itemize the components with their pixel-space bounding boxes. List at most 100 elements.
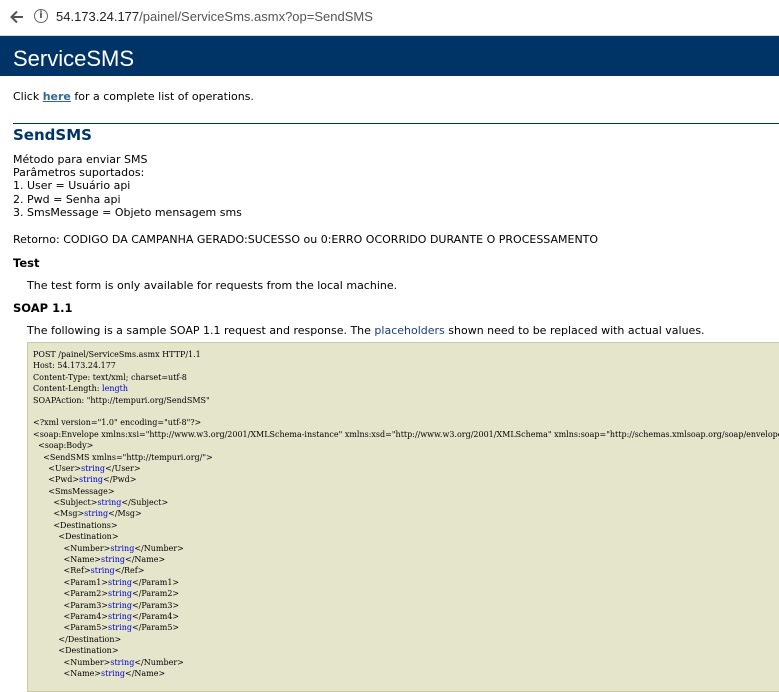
- code-placeholder: length: [102, 384, 128, 394]
- code-text: </Param3>: [131, 600, 180, 610]
- code-line: <SendSMS xmlns="http://tempuri.org/">: [33, 452, 779, 463]
- code-line: <Param1>string</Param1>: [33, 577, 779, 588]
- test-text: The test form is only available for requ…: [27, 279, 398, 292]
- code-line: <Name>string</Name>: [33, 668, 779, 679]
- page-title: ServiceSMS: [13, 46, 135, 71]
- code-line: <Name>string</Name>: [33, 554, 779, 565]
- code-text: <Destination>: [33, 532, 119, 542]
- return-description: Retorno: CODIGO DA CAMPANHA GERADO:SUCES…: [13, 233, 599, 246]
- operation-title: SendSMS: [13, 126, 92, 144]
- code-line: <Param5>string</Param5>: [33, 622, 779, 633]
- code-line: <Ref>string</Ref>: [33, 565, 779, 576]
- code-line: POST /painel/ServiceSms.asmx HTTP/1.1: [33, 349, 779, 360]
- code-text: <Param3>: [33, 600, 108, 610]
- code-line: <SmsMessage>: [33, 486, 779, 497]
- code-text: <Number>: [33, 657, 111, 667]
- code-placeholder: string: [81, 463, 106, 473]
- operations-list-link[interactable]: here: [43, 90, 71, 103]
- code-placeholder: string: [107, 611, 132, 621]
- code-text: <Param5>: [33, 623, 108, 633]
- code-text: <?xml version="1.0" encoding="utf-8"?>: [33, 418, 202, 428]
- code-line: <Param2>string</Param2>: [33, 588, 779, 599]
- code-text: </Param5>: [131, 623, 180, 633]
- code-text: <Param2>: [33, 589, 108, 599]
- code-text: <Number>: [33, 543, 111, 553]
- code-placeholder: string: [107, 589, 132, 599]
- soap-intro-text: The following is a sample SOAP 1.1 reque…: [27, 324, 705, 337]
- code-line: <Number>string</Number>: [33, 657, 779, 668]
- code-text: </User>: [105, 463, 141, 473]
- soap-intro-prefix: The following is a sample SOAP 1.1 reque…: [27, 324, 375, 337]
- code-line: <Number>string</Number>: [33, 543, 779, 554]
- description-line: 1. User = Usuário api: [13, 179, 131, 192]
- code-line: <soap:Body>: [33, 440, 779, 451]
- code-text: <Pwd>: [33, 475, 80, 485]
- url-host: 54.173.24.177: [56, 9, 140, 24]
- code-text: </Param1>: [131, 577, 180, 587]
- code-placeholder: string: [107, 600, 132, 610]
- code-text: <Param4>: [33, 611, 108, 621]
- code-text: <Destination>: [33, 646, 119, 656]
- code-text: </Subject>: [121, 498, 169, 508]
- soap-heading: SOAP 1.1: [13, 301, 73, 315]
- code-text: <Msg>: [33, 509, 85, 519]
- code-text: <Destinations>: [33, 520, 118, 530]
- description-line: 3. SmsMessage = Objeto mensagem sms: [13, 206, 242, 219]
- code-line: Content-Length: length: [33, 383, 779, 394]
- code-text: <Name>: [33, 555, 102, 565]
- code-text: </Destination>: [33, 634, 122, 644]
- description-line: 2. Pwd = Senha api: [13, 193, 121, 206]
- code-text: </Number>: [134, 543, 184, 553]
- code-line: Content-Type: text/xml; charset=utf-8: [33, 372, 779, 383]
- code-text: <Ref>: [33, 566, 91, 576]
- code-line: <Subject>string</Subject>: [33, 497, 779, 508]
- intro-suffix: for a complete list of operations.: [70, 90, 254, 103]
- soap-request-code-block: POST /painel/ServiceSms.asmx HTTP/1.1 Hos…: [27, 342, 779, 692]
- code-text: <Subject>: [33, 498, 98, 508]
- code-text: <SmsMessage>: [33, 486, 115, 496]
- code-text: </Msg>: [108, 509, 142, 519]
- code-line: <Param4>string</Param4>: [33, 611, 779, 622]
- page-header: ServiceSMS: [0, 36, 779, 76]
- code-text: <Name>: [33, 668, 102, 678]
- code-line: <Msg>string</Msg>: [33, 508, 779, 519]
- code-text: </Name>: [125, 555, 166, 565]
- info-icon[interactable]: i: [34, 9, 48, 23]
- browser-address-bar: i 54.173.24.177/painel/ServiceSms.asmx?o…: [0, 0, 779, 36]
- code-line: <Param3>string</Param3>: [33, 600, 779, 611]
- section-divider: [13, 123, 779, 124]
- code-text: <soap:Body>: [33, 441, 94, 451]
- code-line: <?xml version="1.0" encoding="utf-8"?>: [33, 417, 779, 428]
- code-placeholder: string: [101, 668, 125, 678]
- url-field[interactable]: 54.173.24.177/painel/ServiceSms.asmx?op=…: [56, 9, 373, 24]
- intro-text: Click here for a complete list of operat…: [13, 90, 254, 103]
- code-text: <User>: [33, 463, 82, 473]
- code-text: <SendSMS xmlns="http://tempuri.org/">: [33, 452, 213, 462]
- code-text: Content-Type: text/xml; charset=utf-8: [33, 372, 187, 382]
- code-text: Host: 54.173.24.177: [33, 361, 116, 371]
- code-line: SOAPAction: "http://tempuri.org/SendSMS": [33, 395, 779, 406]
- code-text: </Param4>: [131, 611, 180, 621]
- url-path: /painel/ServiceSms.asmx?op=SendSMS: [139, 9, 373, 24]
- code-line: <soap:Envelope xmlns:xsi="http://www.w3.…: [33, 429, 779, 440]
- intro-prefix: Click: [13, 90, 43, 103]
- code-line: <Destinations>: [33, 520, 779, 531]
- description-line: Método para enviar SMS: [13, 153, 148, 166]
- description-line: Parâmetros suportados:: [13, 166, 145, 179]
- code-line: <User>string</User>: [33, 463, 779, 474]
- code-placeholder: string: [84, 509, 109, 519]
- code-placeholder: string: [110, 657, 135, 667]
- code-text: </Ref>: [114, 566, 145, 576]
- code-text: POST /painel/ServiceSms.asmx HTTP/1.1: [33, 350, 201, 359]
- code-placeholder: string: [107, 577, 132, 587]
- code-line: <Destination>: [33, 645, 779, 656]
- code-text: SOAPAction: "http://tempuri.org/SendSMS": [33, 395, 210, 405]
- code-text: </Pwd>: [103, 475, 137, 485]
- code-placeholder: string: [79, 475, 103, 485]
- test-heading: Test: [13, 256, 40, 270]
- back-arrow-icon[interactable]: [8, 8, 26, 26]
- code-text: </Name>: [125, 668, 166, 678]
- code-text: </Number>: [134, 657, 184, 667]
- code-text: <soap:Envelope xmlns:xsi="http://www.w3.…: [33, 429, 779, 439]
